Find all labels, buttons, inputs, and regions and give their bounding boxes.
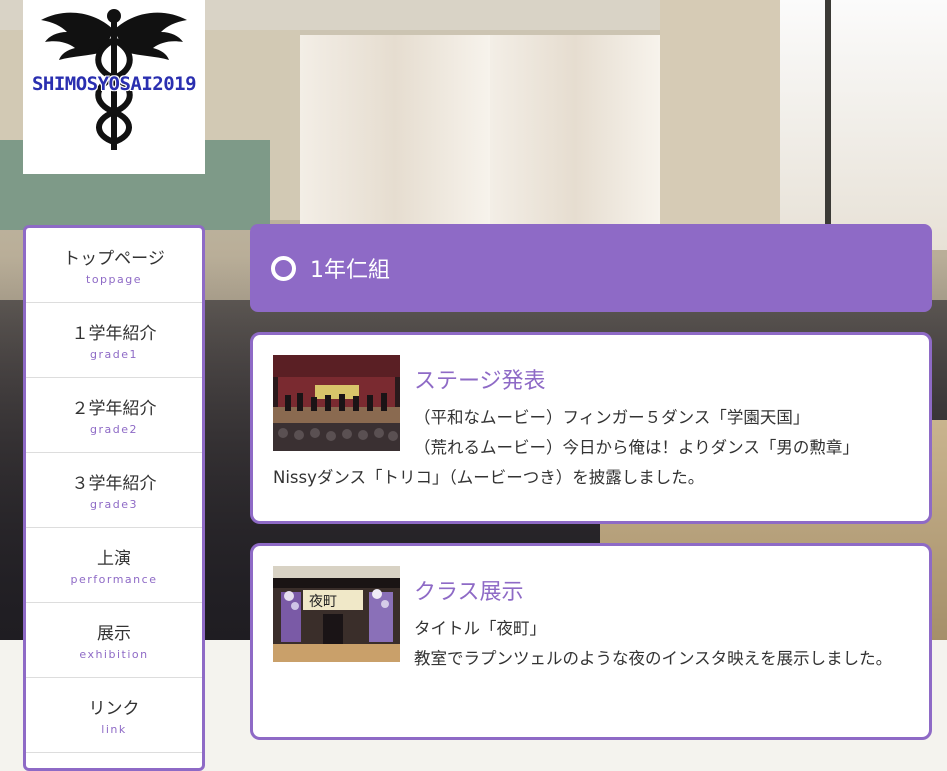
exhibition-card: 夜町 クラス展示 タイトル「夜町」 教室でラプンツェルのような夜のインスタ映えを… bbox=[250, 543, 932, 740]
sidebar-nav: トップページ toppage １学年紹介 grade1 ２学年紹介 grade2… bbox=[23, 225, 205, 771]
nav-sublabel: link bbox=[101, 723, 127, 736]
nav-item-exhibition[interactable]: 展示 exhibition bbox=[26, 603, 202, 678]
nav-label: リンク bbox=[88, 699, 140, 719]
logo-text: SHIMOSYOSAI2019 bbox=[31, 73, 197, 95]
stage-card-body: （平和なムービー）フィンガー５ダンス「学園天国」 （荒れるムービー）今日から俺は… bbox=[273, 403, 913, 493]
nav-sublabel: grade3 bbox=[90, 498, 138, 511]
page-title: 1年仁組 bbox=[310, 258, 390, 283]
nav-sublabel: grade1 bbox=[90, 348, 138, 361]
nav-sublabel: exhibition bbox=[79, 648, 149, 661]
nav-item-toppage[interactable]: トップページ toppage bbox=[26, 228, 202, 303]
nav-item-grade2[interactable]: ２学年紹介 grade2 bbox=[26, 378, 202, 453]
nav-label: １学年紹介 bbox=[71, 324, 157, 344]
card-line: タイトル「夜町」 bbox=[414, 619, 546, 638]
nav-sublabel: toppage bbox=[86, 273, 142, 286]
nav-label: ２学年紹介 bbox=[71, 399, 157, 419]
nav-item-link[interactable]: リンク link bbox=[26, 678, 202, 753]
nav-sublabel: grade2 bbox=[90, 423, 138, 436]
nav-item-grade1[interactable]: １学年紹介 grade1 bbox=[26, 303, 202, 378]
card-line: Nissyダンス「トリコ」（ムービーつき）を披露しました。 bbox=[273, 468, 705, 487]
nav-label: 上演 bbox=[97, 549, 131, 569]
card-line: 教室でラプンツェルのような夜のインスタ映えを展示しました。 bbox=[414, 649, 893, 668]
stage-card: ステージ発表 （平和なムービー）フィンガー５ダンス「学園天国」 （荒れるムービー… bbox=[250, 332, 932, 524]
exhibition-card-body: タイトル「夜町」 教室でラプンツェルのような夜のインスタ映えを展示しました。 bbox=[273, 614, 913, 674]
site-logo[interactable]: SHIMOSYOSAI2019 bbox=[23, 0, 205, 174]
exhibition-card-title[interactable]: クラス展示 bbox=[414, 574, 524, 606]
nav-label: 展示 bbox=[97, 624, 131, 644]
card-line: （平和なムービー）フィンガー５ダンス「学園天国」 bbox=[414, 408, 810, 427]
svg-text:夜町: 夜町 bbox=[309, 594, 337, 610]
circle-icon bbox=[271, 255, 296, 281]
nav-item-grade3[interactable]: ３学年紹介 grade3 bbox=[26, 453, 202, 528]
nav-label: トップページ bbox=[63, 249, 165, 269]
stage-card-title[interactable]: ステージ発表 bbox=[414, 363, 546, 395]
card-line: （荒れるムービー）今日から俺は！よりダンス「男の勲章」 bbox=[414, 438, 859, 457]
nav-sublabel: performance bbox=[70, 573, 158, 586]
nav-item-performance[interactable]: 上演 performance bbox=[26, 528, 202, 603]
page-heading: 1年仁組 bbox=[250, 224, 932, 312]
nav-label: ３学年紹介 bbox=[71, 474, 157, 494]
